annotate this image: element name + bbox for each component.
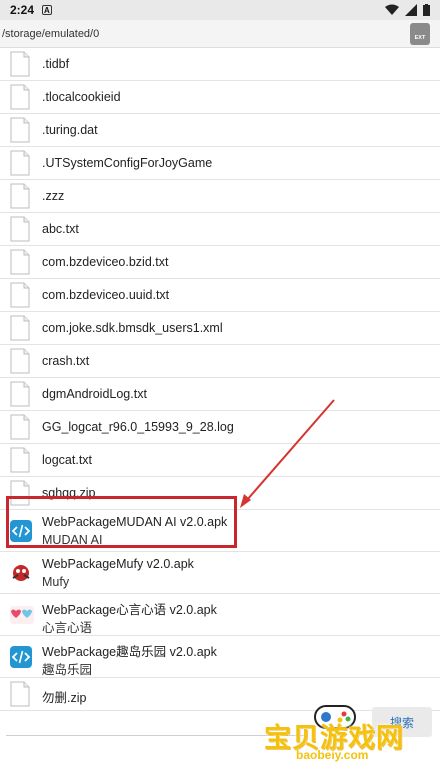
document-file-icon	[10, 51, 30, 82]
file-name: GG_logcat_r96.0_15993_9_28.log	[42, 420, 234, 434]
file-row[interactable]: abc.txt	[0, 213, 440, 246]
wifi-icon	[385, 4, 399, 15]
document-file-icon	[10, 249, 30, 280]
status-bar: 2:24 A	[0, 0, 440, 20]
xinyan-app-icon	[10, 606, 34, 629]
file-name: com.bzdeviceo.uuid.txt	[42, 288, 170, 302]
file-row[interactable]: com.joke.sdk.bmsdk_users1.xml	[0, 312, 440, 345]
file-name: .turing.dat	[42, 123, 98, 137]
document-file-icon	[10, 117, 30, 148]
file-name: dgmAndroidLog.txt	[42, 387, 147, 401]
path-bar: /storage/emulated/0 EXT	[0, 20, 440, 48]
watermark-url: baobeiy.com	[296, 748, 369, 762]
file-name: WebPackageMufy v2.0.apk	[42, 557, 194, 571]
current-path: /storage/emulated/0	[2, 27, 100, 40]
file-name: com.bzdeviceo.bzid.txt	[42, 255, 169, 269]
file-name: com.joke.sdk.bmsdk_users1.xml	[42, 321, 223, 335]
app-label: Mufy	[42, 575, 70, 589]
file-name: crash.txt	[42, 354, 90, 368]
document-file-icon	[10, 414, 30, 445]
document-file-icon	[10, 447, 30, 478]
status-time: 2:24	[10, 3, 35, 17]
file-name: .zzz	[42, 189, 65, 203]
battery-icon	[423, 4, 430, 16]
file-name: WebPackage心言心语 v2.0.apk	[42, 603, 217, 617]
file-name: 勿删.zip	[42, 691, 87, 705]
ext-label: EXT	[414, 35, 426, 41]
file-row[interactable]: .turing.dat	[0, 114, 440, 147]
file-row[interactable]: dgmAndroidLog.txt	[0, 378, 440, 411]
file-name: .tidbf	[42, 57, 70, 71]
signal-icon	[405, 4, 417, 16]
file-name: .tlocalcookieid	[42, 90, 121, 104]
file-row[interactable]: .tlocalcookieid	[0, 81, 440, 114]
document-file-icon	[10, 381, 30, 412]
ext-storage-button[interactable]: EXT	[410, 23, 430, 45]
file-name: logcat.txt	[42, 453, 93, 467]
file-name: WebPackage趣岛乐园 v2.0.apk	[42, 645, 217, 659]
file-row[interactable]: .tidbf	[0, 48, 440, 81]
file-row[interactable]: crash.txt	[0, 345, 440, 378]
file-row[interactable]: .UTSystemConfigForJoyGame	[0, 147, 440, 180]
app-label: 心言心语	[42, 621, 93, 635]
file-name: .UTSystemConfigForJoyGame	[42, 156, 213, 170]
document-file-icon	[10, 84, 30, 115]
document-file-icon	[10, 348, 30, 379]
document-file-icon	[10, 315, 30, 346]
file-row[interactable]: GG_logcat_r96.0_15993_9_28.log	[0, 411, 440, 444]
file-row[interactable]: logcat.txt	[0, 444, 440, 477]
apk-file-row[interactable]: WebPackage趣岛乐园 v2.0.apk 趣岛乐园	[0, 636, 440, 678]
highlight-box	[6, 496, 237, 548]
app-label: 趣岛乐园	[42, 663, 93, 677]
document-file-icon	[10, 150, 30, 181]
document-file-icon	[10, 681, 30, 712]
apk-file-row[interactable]: WebPackageMufy v2.0.apk Mufy	[0, 552, 440, 594]
document-file-icon	[10, 282, 30, 313]
document-file-icon	[10, 183, 30, 214]
notification-badge: A	[44, 5, 50, 15]
code-app-icon	[10, 646, 32, 673]
file-row[interactable]: .zzz	[0, 180, 440, 213]
mufy-app-icon	[10, 562, 32, 589]
apk-file-row[interactable]: WebPackage心言心语 v2.0.apk 心言心语	[0, 594, 440, 636]
document-file-icon	[10, 216, 30, 247]
file-name: abc.txt	[42, 222, 79, 236]
file-row[interactable]: com.bzdeviceo.bzid.txt	[0, 246, 440, 279]
file-row[interactable]: com.bzdeviceo.uuid.txt	[0, 279, 440, 312]
